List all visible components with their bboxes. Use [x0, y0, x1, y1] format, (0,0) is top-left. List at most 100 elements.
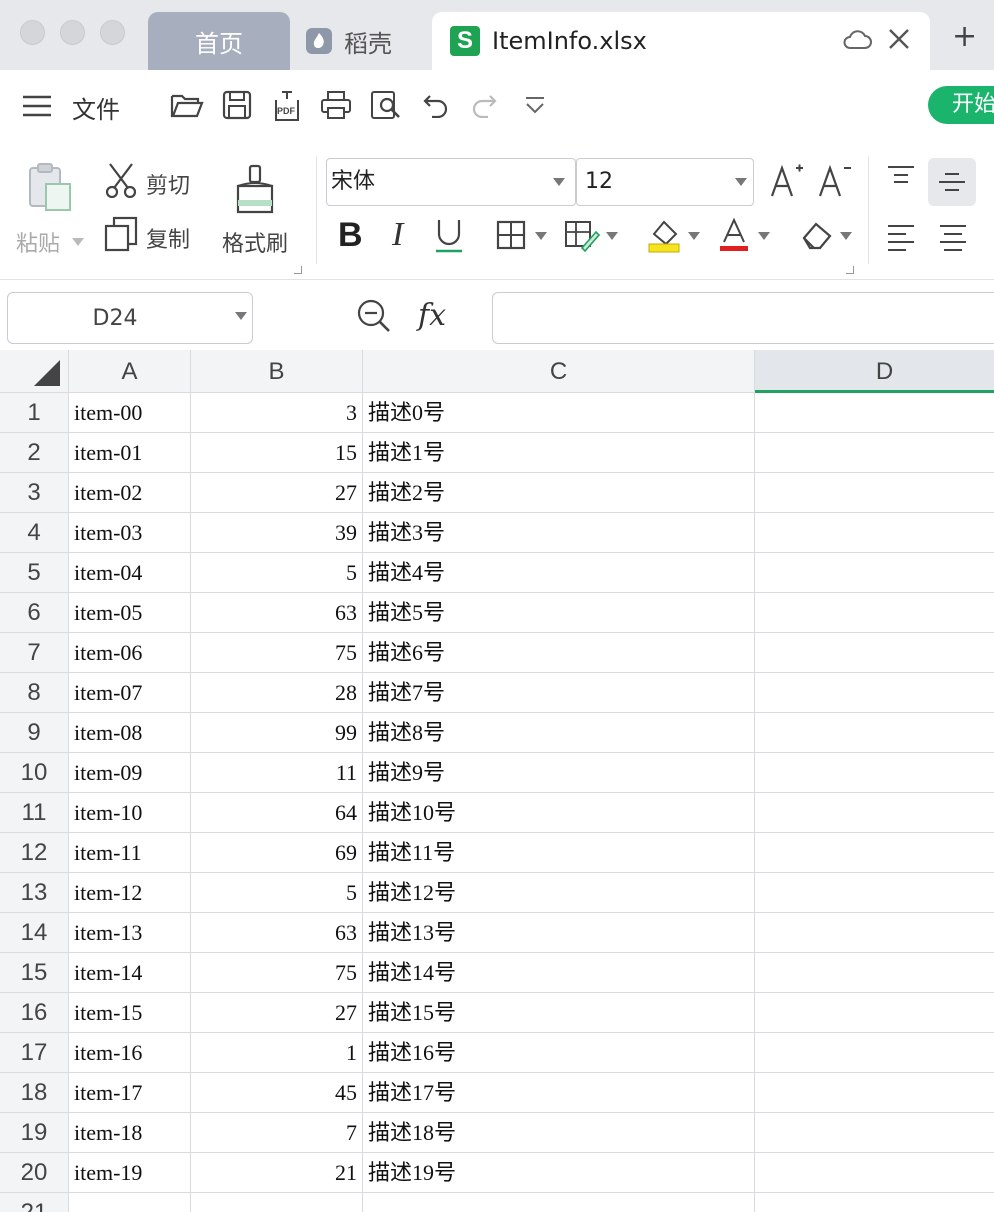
font-size-select[interactable]: 12	[576, 158, 754, 206]
clipboard-dialog-launcher[interactable]	[294, 266, 302, 274]
row-header[interactable]: 12	[0, 833, 69, 873]
cell-a[interactable]: item-12	[69, 873, 191, 913]
cell-d[interactable]	[755, 713, 994, 753]
row-header[interactable]: 5	[0, 553, 69, 593]
cell-b[interactable]: 3	[191, 393, 363, 433]
tab-home[interactable]: 首页	[148, 12, 290, 70]
column-header-b[interactable]: B	[191, 350, 363, 393]
cell-c[interactable]: 描述11号	[363, 833, 755, 873]
cell-a[interactable]: item-16	[69, 1033, 191, 1073]
cell-d[interactable]	[755, 1153, 994, 1193]
cell-b[interactable]: 5	[191, 873, 363, 913]
redo-icon[interactable]	[470, 90, 498, 122]
cell-d[interactable]	[755, 873, 994, 913]
cell-d[interactable]	[755, 433, 994, 473]
cell-b[interactable]: 63	[191, 593, 363, 633]
clear-format-table-icon[interactable]	[564, 218, 601, 256]
window-zoom-dot[interactable]	[100, 20, 125, 45]
cell-b[interactable]: 15	[191, 433, 363, 473]
borders-icon[interactable]	[496, 220, 526, 254]
font-dialog-launcher[interactable]	[846, 266, 854, 274]
italic-icon[interactable]: I	[392, 216, 403, 254]
cell-a[interactable]: item-13	[69, 913, 191, 953]
decrease-font-size-icon[interactable]	[818, 162, 852, 202]
font-color-dropdown-icon[interactable]	[758, 232, 770, 240]
cell-d[interactable]	[755, 393, 994, 433]
cell-d[interactable]	[755, 953, 994, 993]
insert-function-button[interactable]: fx	[418, 298, 446, 333]
row-header[interactable]: 13	[0, 873, 69, 913]
font-name-dropdown-icon[interactable]	[553, 178, 565, 186]
cell-d[interactable]	[755, 753, 994, 793]
name-box[interactable]: D24	[7, 292, 253, 344]
file-menu[interactable]: 文件	[72, 90, 120, 125]
cell-d[interactable]	[755, 993, 994, 1033]
cell-d[interactable]	[755, 1033, 994, 1073]
tab-daoke[interactable]: 稻壳	[306, 12, 426, 70]
cell-a[interactable]: item-17	[69, 1073, 191, 1113]
cell-b[interactable]: 75	[191, 633, 363, 673]
font-size-dropdown-icon[interactable]	[735, 178, 747, 186]
cell-b[interactable]: 75	[191, 953, 363, 993]
print-icon[interactable]	[320, 90, 352, 124]
align-middle-button[interactable]	[928, 158, 976, 206]
bold-icon[interactable]: B	[338, 216, 363, 255]
row-header[interactable]: 15	[0, 953, 69, 993]
cell-c[interactable]: 描述19号	[363, 1153, 755, 1193]
window-close-dot[interactable]	[20, 20, 45, 45]
cell-c[interactable]: 描述1号	[363, 433, 755, 473]
save-icon[interactable]	[222, 90, 252, 124]
name-box-dropdown-icon[interactable]	[235, 312, 247, 320]
row-header[interactable]: 4	[0, 513, 69, 553]
cell-b[interactable]: 7	[191, 1113, 363, 1153]
cell-c[interactable]: 描述15号	[363, 993, 755, 1033]
cell-c[interactable]: 描述5号	[363, 593, 755, 633]
row-header[interactable]: 7	[0, 633, 69, 673]
font-name-select[interactable]: 宋体	[326, 158, 576, 206]
copy-icon[interactable]	[104, 216, 138, 256]
cell-b[interactable]: 27	[191, 473, 363, 513]
cell-d[interactable]	[755, 633, 994, 673]
cell-a[interactable]: item-11	[69, 833, 191, 873]
underline-icon[interactable]	[434, 218, 464, 258]
zoom-lookup-icon[interactable]	[356, 298, 392, 338]
fill-color-dropdown-icon[interactable]	[688, 232, 700, 240]
cell-a[interactable]: item-04	[69, 553, 191, 593]
cell-c[interactable]: 描述16号	[363, 1033, 755, 1073]
close-icon[interactable]	[886, 26, 912, 58]
cell-a[interactable]: item-08	[69, 713, 191, 753]
cell-b[interactable]: 28	[191, 673, 363, 713]
row-header[interactable]: 20	[0, 1153, 69, 1193]
cell-a[interactable]: item-05	[69, 593, 191, 633]
cell-a[interactable]: item-14	[69, 953, 191, 993]
cell-d[interactable]	[755, 513, 994, 553]
cell-d[interactable]	[755, 1073, 994, 1113]
cell-a[interactable]: item-06	[69, 633, 191, 673]
row-header[interactable]: 16	[0, 993, 69, 1033]
cell-c[interactable]: 描述3号	[363, 513, 755, 553]
copy-button[interactable]: 复制	[146, 222, 190, 254]
cell-b[interactable]: 21	[191, 1153, 363, 1193]
cloud-icon[interactable]	[842, 28, 872, 56]
cell-b[interactable]: 63	[191, 913, 363, 953]
cell-b[interactable]: 69	[191, 833, 363, 873]
row-header[interactable]: 14	[0, 913, 69, 953]
cell-c[interactable]	[363, 1193, 755, 1212]
cell-c[interactable]: 描述14号	[363, 953, 755, 993]
cell-c[interactable]: 描述4号	[363, 553, 755, 593]
row-header[interactable]: 3	[0, 473, 69, 513]
column-header-d[interactable]: D	[755, 350, 994, 393]
cell-d[interactable]	[755, 593, 994, 633]
cell-c[interactable]: 描述6号	[363, 633, 755, 673]
cell-d[interactable]	[755, 1193, 994, 1212]
row-header[interactable]: 1	[0, 393, 69, 433]
hamburger-menu-icon[interactable]	[22, 94, 52, 122]
formula-input[interactable]	[492, 292, 994, 344]
paste-icon[interactable]	[22, 162, 74, 218]
cell-a[interactable]: item-02	[69, 473, 191, 513]
row-header[interactable]: 11	[0, 793, 69, 833]
increase-font-size-icon[interactable]	[770, 162, 804, 202]
export-pdf-icon[interactable]: PDF	[272, 90, 302, 126]
row-header[interactable]: 10	[0, 753, 69, 793]
cell-b[interactable]: 1	[191, 1033, 363, 1073]
